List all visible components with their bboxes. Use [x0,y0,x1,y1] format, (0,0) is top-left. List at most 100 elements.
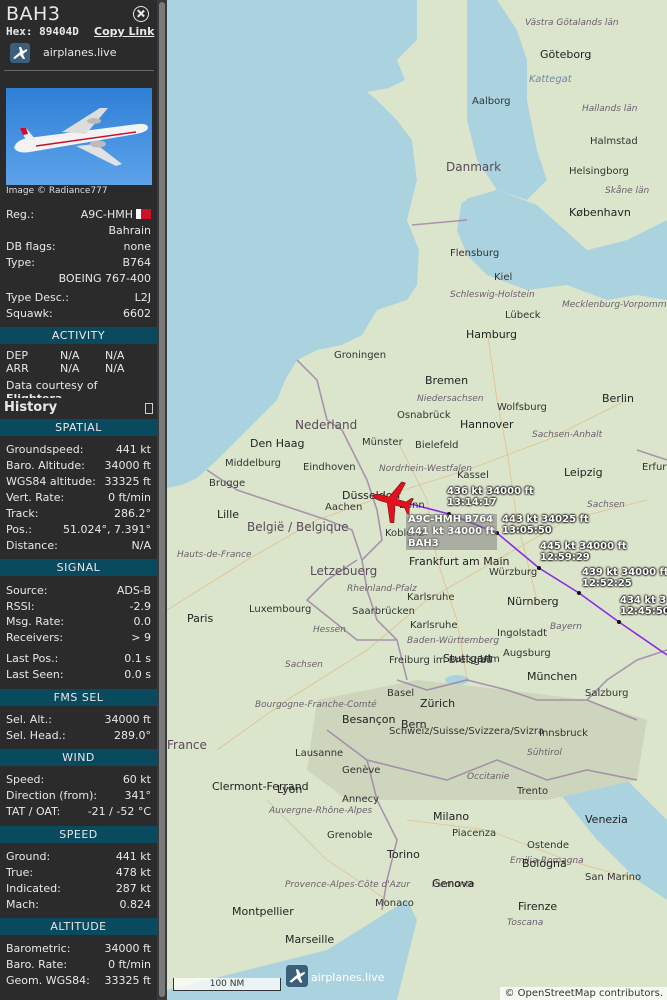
map-label: Hannover [460,418,514,431]
signal-row: Msg. Rate: 0.0 [6,615,151,629]
map-label: Västra Götalands län [525,18,619,28]
speed-label: Ground: [6,850,51,863]
speed-value: 0.824 [119,898,152,911]
spatial-row: Baro. Altitude: 34000 ft [6,459,151,473]
history-header[interactable]: History [0,398,157,418]
signal-value: ADS-B [116,584,151,597]
close-icon[interactable] [133,6,149,22]
speed-row: Indicated: 287 kt [6,882,151,896]
map-label: Toscana [507,918,544,928]
speed-value: 287 kt [115,882,151,895]
country-value: Bahrain [108,224,151,237]
map-label: Aalborg [472,96,511,107]
map-label: Flensburg [450,248,500,259]
map-label: Lyon [277,783,303,796]
speed-value: 478 kt [115,866,151,879]
track-label[interactable]: 443 kt 34025 ft 13:05:50 [502,514,589,536]
track-label[interactable]: 445 kt 34000 ft 12:59:29 [540,541,627,563]
map-label: Schweiz/Suisse/Svizzera/Svizra [389,726,545,737]
map-label: Helsingborg [569,166,629,177]
map-label: Ingolstadt [497,628,548,639]
map-view[interactable]: Västra Götalands län Göteborg Kattegat A… [167,0,667,1000]
map-label: Besançon [342,713,396,726]
arr-row: ARR N/A N/A [6,362,125,375]
map-label: Göteborg [540,48,592,61]
signal-label: Last Pos.: [6,652,59,665]
map-label: Sachsen [587,500,625,510]
signal-row: Last Seen: 0.0 s [6,668,151,682]
wind-row: Speed: 60 kt [6,773,151,787]
sidebar-scrollbar[interactable] [157,0,167,1000]
spatial-label: Pos.: [6,523,32,536]
speed-row: True: 478 kt [6,866,151,880]
map-label: Auvergne-Rhône-Alpes [269,806,373,816]
map-label: Wolfsburg [497,402,547,413]
map-label: Bourgogne-Franche-Comté [255,700,377,710]
photo-credit: Image © Radiance777 [6,186,108,196]
wind-label: TAT / OAT: [6,805,61,818]
aircraft-photo[interactable] [6,88,152,185]
spatial-row: Groundspeed: 441 kt [6,443,151,457]
type-desc-row: Type Desc.: L2J [6,291,151,304]
map-label: Piacenza [452,828,497,839]
spatial-value: 34000 ft [104,459,151,472]
track-label[interactable]: 439 kt 34000 ft 12:52:25 [582,567,667,589]
map-label: Schleswig-Holstein [450,290,535,300]
signal-row: Last Pos.: 0.1 s [6,652,151,666]
spatial-row: Pos.: 51.024°, 7.391° [6,523,151,537]
signal-row: RSSI: -2.9 [6,600,151,614]
map-label: Kassel [457,470,489,481]
wind-row: TAT / OAT: -21 / -52 °C [6,805,151,819]
speed-label: True: [6,866,34,879]
airplanes-live-icon[interactable] [10,43,30,63]
map-label: Genova [432,877,475,890]
fms-label: Sel. Head.: [6,729,66,742]
signal-row: Receivers: > 9 [6,631,151,645]
map-label: Bremen [425,374,469,387]
map-label: Lübeck [505,310,541,321]
map-label: Nürnberg [507,595,559,608]
altitude-row: Baro. Rate: 0 ft/min [6,958,151,972]
signal-value: 0.0 s [124,668,151,681]
spatial-value: 33325 ft [104,475,151,488]
map-label: Münster [362,437,403,448]
wind-row: Direction (from): 341° [6,789,151,803]
fms-value: 289.0° [114,729,151,742]
db-flags-row: DB flags: none [6,240,151,253]
map-label: Saarbrücken [352,606,415,617]
aircraft-info-panel: BAH3 Hex: 89404D Copy Link airplanes.liv… [0,0,157,1000]
map-label: Karlsruhe [407,592,455,603]
fms-header: FMS SEL [0,689,157,706]
aircraft-map-label[interactable]: A9C-HMH B764 441 kt 34000 ft BAH3 [406,514,497,550]
track-label[interactable]: 434 kt 3 12:45:50 [620,595,667,617]
map-label: Hessen [313,625,346,635]
source-name[interactable]: airplanes.live [43,46,116,59]
wind-header: WIND [0,749,157,766]
expand-icon[interactable] [145,403,153,414]
map-label: Lille [217,508,240,521]
spatial-value: 0 ft/min [108,491,151,504]
altitude-row: Barometric: 34000 ft [6,942,151,956]
map-label: Sachsen-Anhalt [532,430,603,440]
map-label: Hauts-de-France [177,550,252,560]
map-label: Baden-Württemberg [407,636,500,646]
reg-value: A9C-HMH [80,208,133,221]
map-label: Bielefeld [415,440,459,451]
map-label: Firenze [518,900,558,913]
scrollbar-thumb[interactable] [159,2,165,997]
hex-code: Hex: 89404D [6,25,79,38]
copy-link-button[interactable]: Copy Link [94,25,154,38]
speed-row: Ground: 441 kt [6,850,151,864]
airplanes-live-brand: airplanes.live [311,971,385,984]
altitude-value: 0 ft/min [108,958,151,971]
map-attribution[interactable]: © OpenStreetMap contributors. [500,987,667,1000]
wind-value: 60 kt [122,773,151,786]
aircraft-marker-icon[interactable] [369,479,415,523]
map-label: Middelburg [225,458,282,469]
map-label: Zürich [420,697,456,710]
track-label[interactable]: 436 kt 34000 ft 13:14:17 [447,486,534,508]
speed-header: SPEED [0,826,157,843]
map-label: Kattegat [529,74,572,85]
map-label: Marseille [285,933,335,946]
bahrain-flag-icon [136,209,151,219]
